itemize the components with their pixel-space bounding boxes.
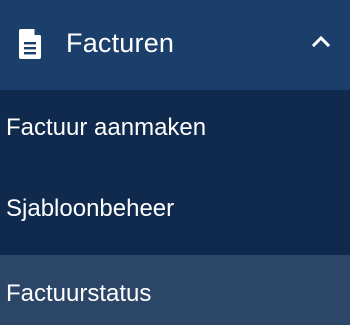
menu-item-label: Sjabloonbeheer (6, 195, 175, 222)
sidebar-menu: Facturen Factuur aanmaken Sjabloonbeheer… (0, 0, 350, 325)
menu-item-label: Factuurstatus (6, 280, 152, 307)
menu-section-facturen[interactable]: Facturen (0, 0, 350, 90)
document-icon (18, 28, 44, 60)
submenu: Factuur aanmaken Sjabloonbeheer Factuurs… (0, 90, 350, 325)
menu-item-label: Factuur aanmaken (6, 114, 207, 141)
menu-item-factuur-aanmaken[interactable]: Factuur aanmaken (0, 90, 350, 170)
menu-section-label: Facturen (66, 27, 175, 58)
menu-item-factuurstatus[interactable]: Factuurstatus (0, 255, 350, 325)
menu-item-sjabloonbeheer[interactable]: Sjabloonbeheer (0, 170, 350, 250)
chevron-up-icon[interactable] (310, 33, 332, 49)
